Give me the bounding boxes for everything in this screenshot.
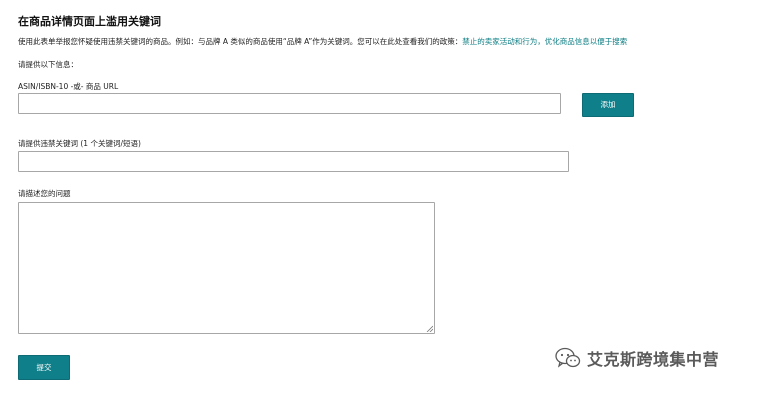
add-button[interactable]: 添加 [582, 93, 634, 117]
submit-button[interactable]: 提交 [18, 355, 70, 380]
resize-handle-icon[interactable] [426, 325, 433, 332]
form-description: 使用此表单举报您怀疑使用违禁关键词的商品。例如：与品牌 A 类似的商品使用“品牌… [18, 36, 627, 47]
policy-link[interactable]: 禁止的卖家活动和行为，优化商品信息以便于搜索 [462, 37, 627, 46]
asin-input[interactable] [18, 93, 561, 114]
keyword-field-label: 请提供违禁关键词 (1 个关键词/短语) [18, 139, 141, 148]
watermark-text: 艾克斯跨境集中营 [587, 350, 720, 369]
asin-field-label: ASIN/ISBN-10 -或- 商品 URL [18, 82, 119, 91]
keyword-input[interactable] [18, 151, 569, 172]
page-title: 在商品详情页面上滥用关键词 [18, 15, 161, 28]
problem-field-label: 请描述您的问题 [18, 189, 71, 198]
report-form-page: 在商品详情页面上滥用关键词 使用此表单举报您怀疑使用违禁关键词的商品。例如：与品… [0, 0, 757, 393]
description-text: 使用此表单举报您怀疑使用违禁关键词的商品。例如：与品牌 A 类似的商品使用“品牌… [18, 37, 463, 46]
problem-textarea[interactable] [18, 202, 435, 334]
watermark: 艾克斯跨境集中营 [555, 346, 719, 370]
section-label: 请提供以下信息： [18, 60, 78, 69]
wechat-icon [555, 347, 581, 368]
